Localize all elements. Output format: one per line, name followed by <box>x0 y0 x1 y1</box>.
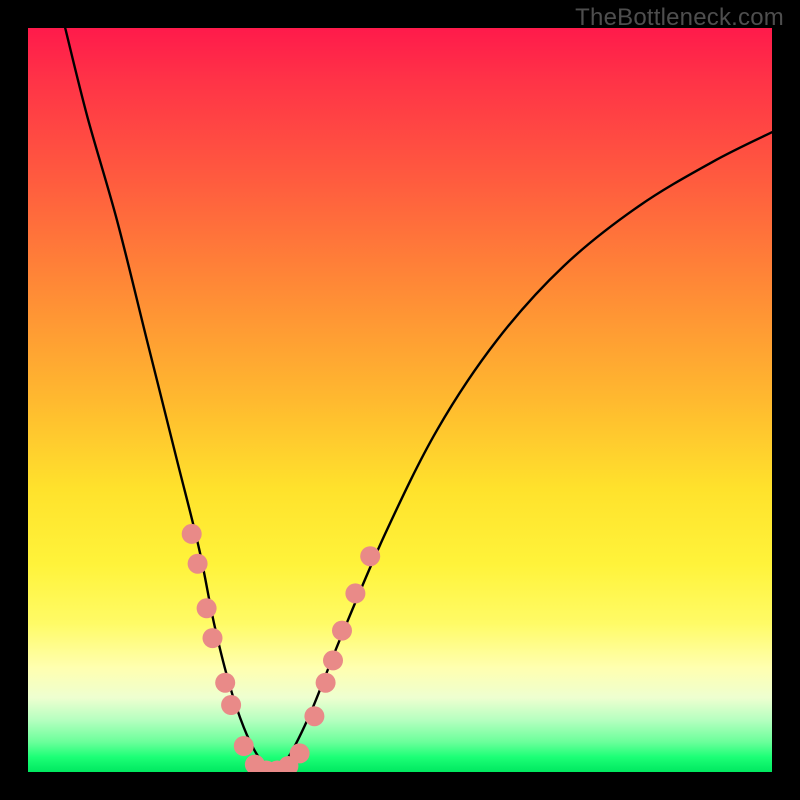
marker-dot <box>234 736 254 756</box>
bottleneck-curve <box>65 28 772 772</box>
marker-dot <box>290 743 310 763</box>
curve-svg <box>28 28 772 772</box>
marker-dot <box>345 583 365 603</box>
marker-dot <box>323 650 343 670</box>
marker-dot <box>203 628 223 648</box>
chart-frame: TheBottleneck.com <box>0 0 800 800</box>
marker-dot <box>182 524 202 544</box>
marker-dot <box>332 621 352 641</box>
marker-dot <box>360 546 380 566</box>
watermark-text: TheBottleneck.com <box>575 4 784 32</box>
marker-dot <box>316 673 336 693</box>
highlight-markers <box>182 524 381 772</box>
marker-dot <box>304 706 324 726</box>
marker-dot <box>188 554 208 574</box>
plot-area <box>28 28 772 772</box>
marker-dot <box>215 673 235 693</box>
marker-dot <box>221 695 241 715</box>
marker-dot <box>197 598 217 618</box>
